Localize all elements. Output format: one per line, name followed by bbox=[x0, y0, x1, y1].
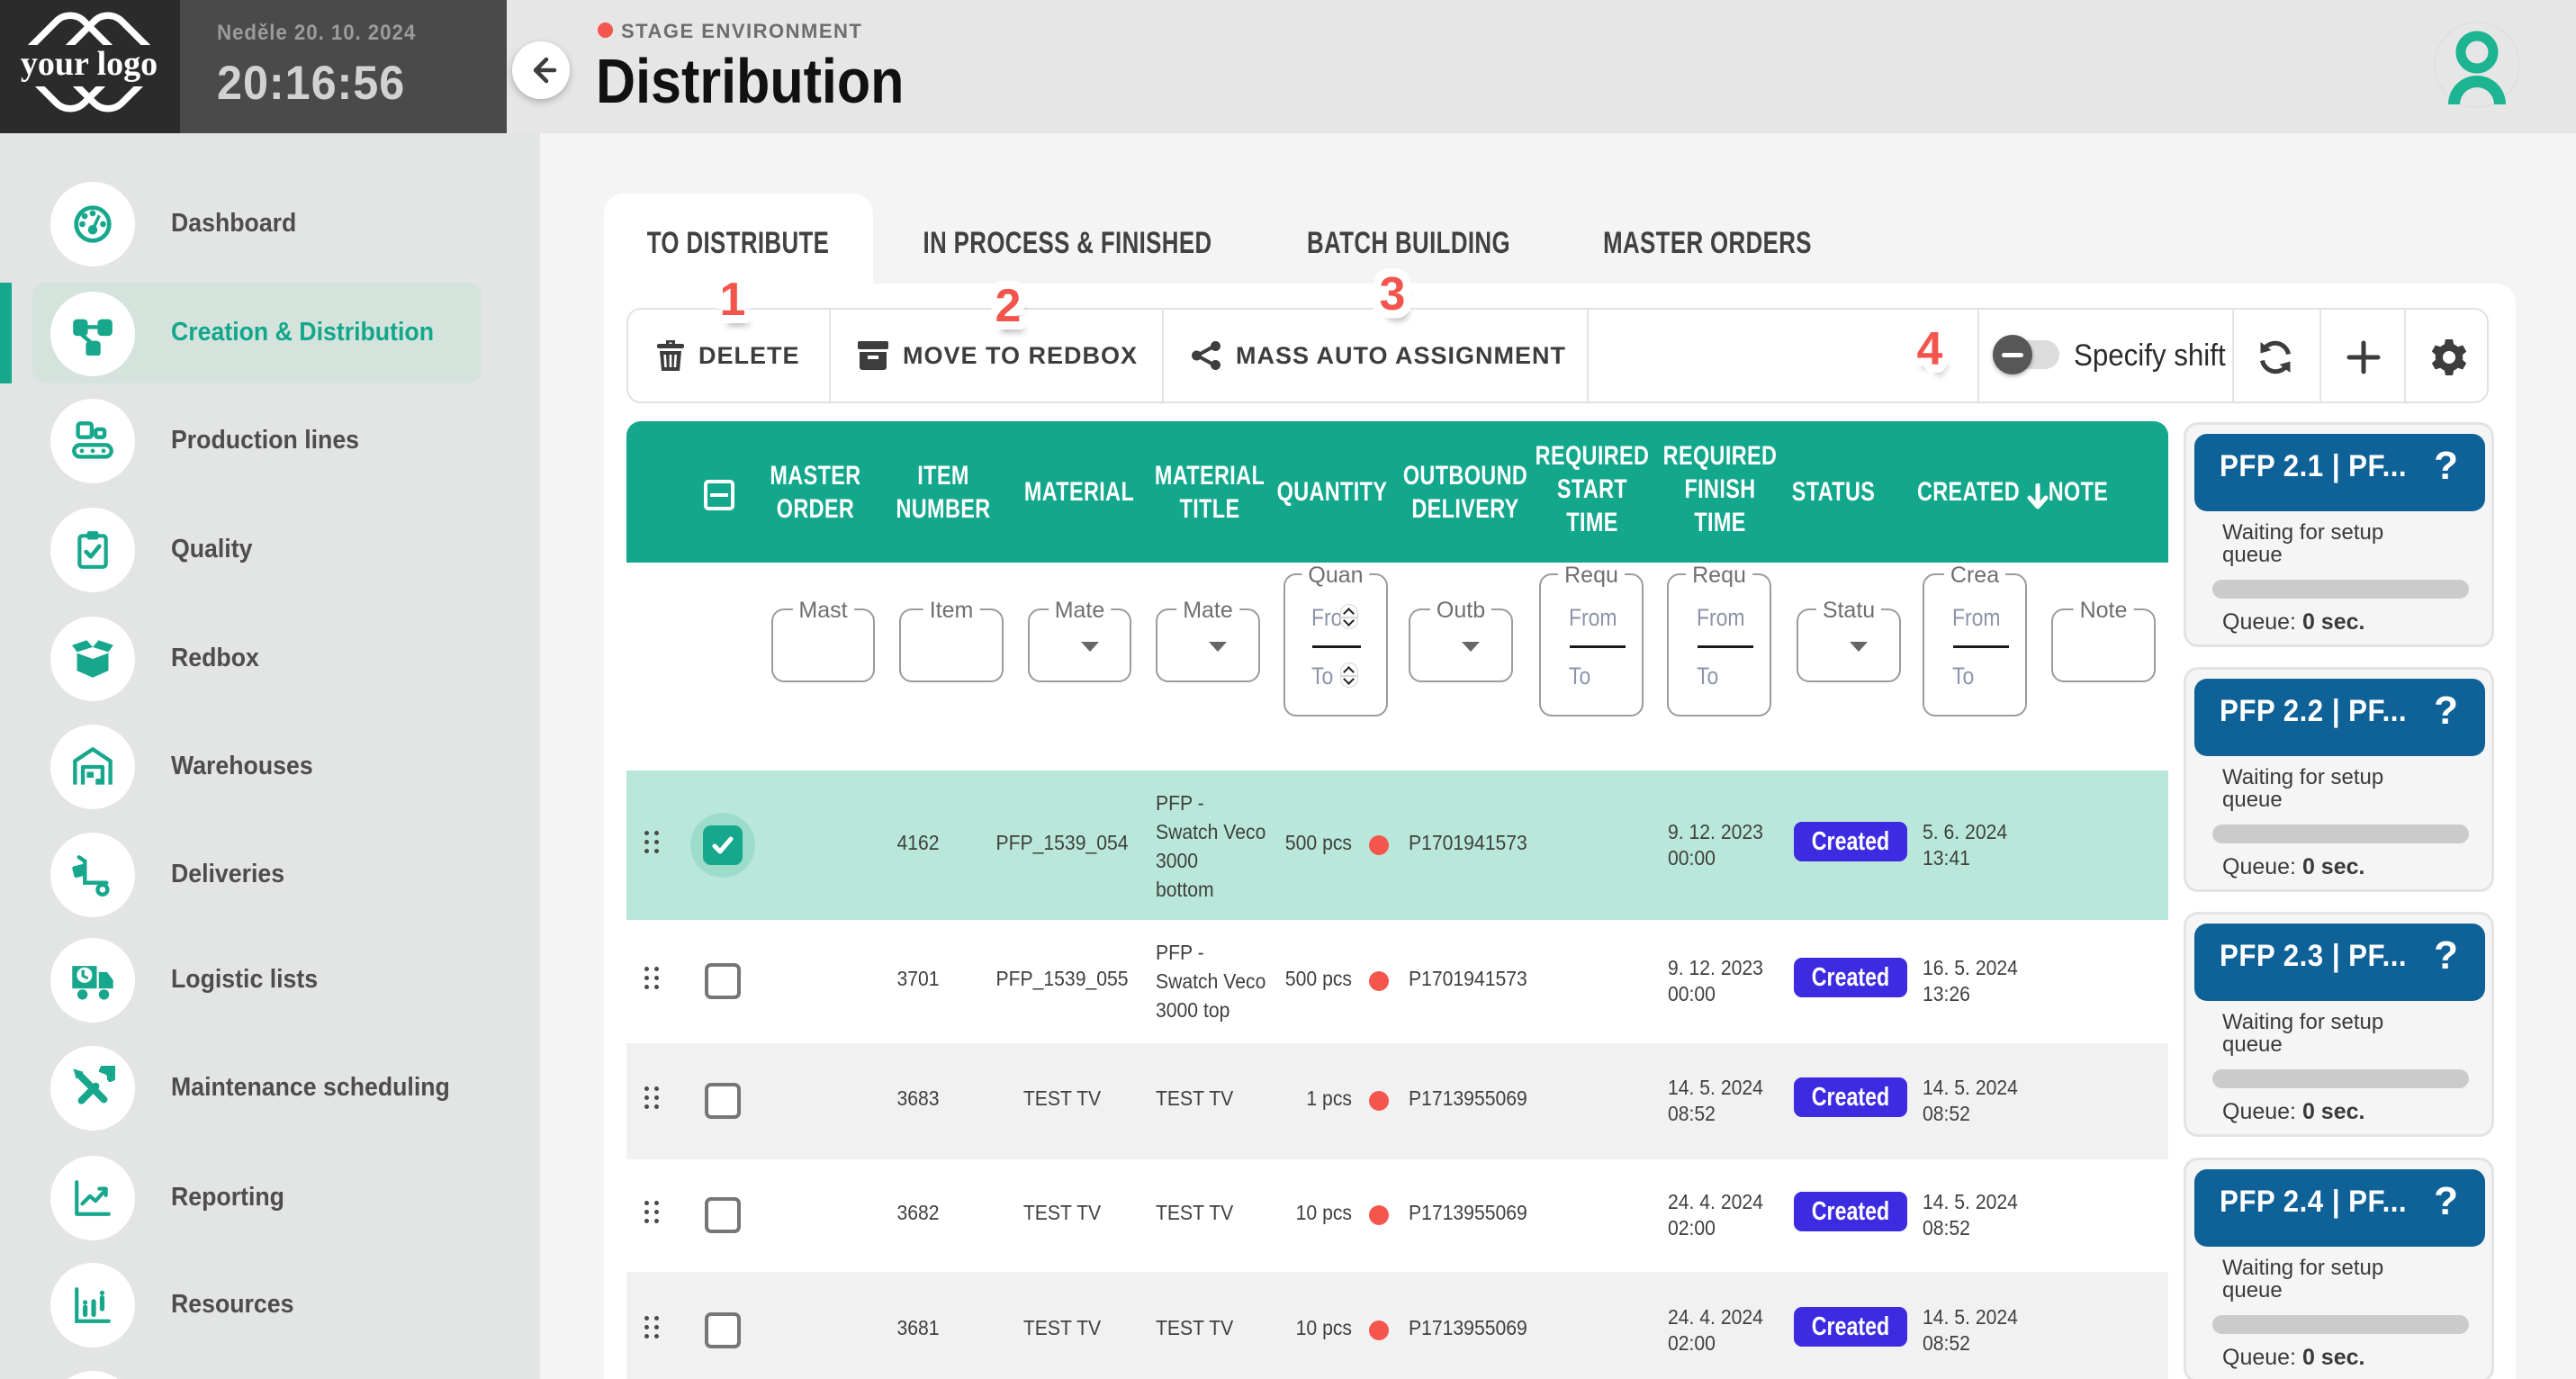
svg-text:your logo: your logo bbox=[21, 45, 158, 83]
